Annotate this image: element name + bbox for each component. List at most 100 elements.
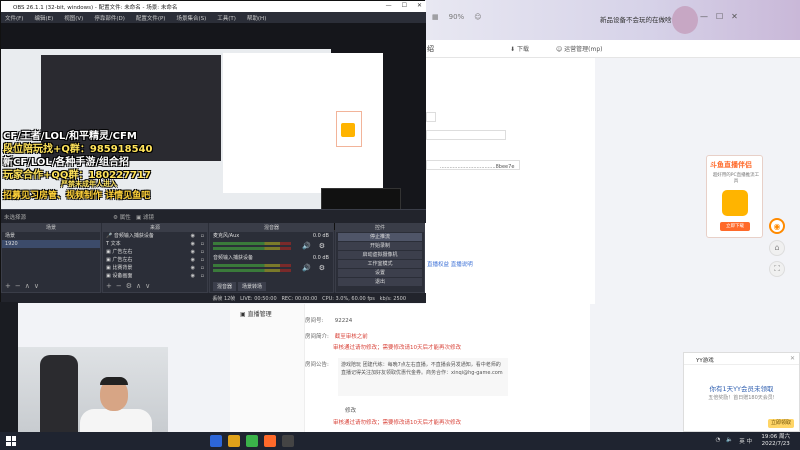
properties-button[interactable]: ⚙ 属性	[113, 213, 131, 221]
menu-item-live[interactable]: ▣ 直播管理	[240, 309, 272, 318]
close-icon[interactable]: ✕	[790, 355, 795, 362]
lock-icon[interactable]: ▫	[201, 256, 204, 264]
mixer-channel-name: 麦克风/Aux 0.0 dB	[210, 232, 333, 240]
edit-link[interactable]: 修改	[345, 406, 356, 414]
lock-icon[interactable]: ▫	[201, 272, 204, 280]
eye-icon[interactable]: ◉	[191, 232, 195, 240]
form-row-notice: 房间公告:	[305, 360, 333, 368]
scenes-dock: 场景 场景 1920 +−∧∨	[1, 223, 101, 293]
eye-icon[interactable]: ◉	[191, 240, 195, 248]
clock-date: 2022/7/23	[761, 441, 790, 447]
gear-icon[interactable]: ⚙	[319, 242, 325, 250]
scene-item[interactable]: 场景	[2, 232, 100, 240]
source-item[interactable]: ▣ 设备画面 ◉ ▫	[103, 272, 207, 280]
yy-popup[interactable]: YY游戏 ✕ 你有1天YY会员未领取 五倍奖励！首日赠180天会员! 立即领取	[683, 352, 800, 432]
tab-mixer[interactable]: 混音器	[213, 282, 237, 291]
source-label: 设备画面	[112, 273, 133, 279]
info-links[interactable]: 直播权益 直播说明	[427, 260, 473, 268]
input-field[interactable]	[426, 130, 506, 140]
scenes-controls[interactable]: +−∧∨	[5, 282, 43, 290]
lock-icon[interactable]: ▫	[201, 240, 204, 248]
maximize-icon[interactable]: ☐	[716, 12, 723, 21]
close-icon[interactable]: ✕	[417, 2, 422, 9]
input-field[interactable]	[426, 112, 436, 122]
studio-mode-button[interactable]: 工作室模式	[338, 260, 422, 268]
overlay-line-6: 招募见习房管、视频制作 详情见鱼吧	[3, 191, 151, 201]
scene-item[interactable]: 1920	[2, 240, 100, 248]
exit-button[interactable]: 退出	[338, 278, 422, 286]
menu-help[interactable]: 帮助(H)	[247, 14, 266, 22]
source-item[interactable]: T 文本 ◉ ▫	[103, 240, 207, 248]
eye-icon[interactable]: ◉	[191, 256, 195, 264]
properties-label: 属性	[119, 215, 131, 221]
windows-start-icon[interactable]	[6, 436, 16, 446]
obs-titlebar: OBS 26.1.1 (32-bit, windows) - 配置文件: 未命名…	[1, 1, 426, 12]
row-value[interactable]: 截至审核之前	[335, 334, 368, 340]
menu-tools[interactable]: 工具(T)	[217, 14, 236, 22]
settings-button[interactable]: 设置	[338, 269, 422, 277]
taskbar-folder-icon[interactable]	[228, 435, 240, 447]
lock-icon[interactable]: ▫	[201, 264, 204, 272]
taskbar-douyu-icon[interactable]	[264, 435, 276, 447]
minimize-icon[interactable]: —	[700, 12, 708, 21]
home-icon[interactable]: ⌂	[769, 240, 785, 256]
review-notice-2: 审核通过请勿修改；需要修改请10天后才能再次修改	[333, 420, 462, 426]
close-icon[interactable]: ✕	[731, 12, 738, 21]
source-item[interactable]: 🎤 音频输入捕获设备 ◉ ▫	[103, 232, 207, 240]
obs-title: OBS 26.1.1 (32-bit, windows) - 配置文件: 未命名…	[13, 5, 178, 11]
sources-dock: 来源 🎤 音频输入捕获设备 ◉ ▫ T 文本 ◉ ▫ ▣ 广告左右 ◉ ▫ ▣ 广告左右 ◉ ▫…	[102, 223, 208, 293]
zoom-level[interactable]: 90%	[449, 13, 465, 21]
eye-icon[interactable]: ◉	[191, 272, 195, 280]
start-recording-button[interactable]: 开始录制	[338, 242, 422, 250]
menu-view[interactable]: 视图(V)	[64, 14, 83, 22]
download-button[interactable]: ⬇ 下载	[510, 44, 529, 53]
ad-download-button[interactable]: 立即下载	[720, 222, 750, 231]
refresh-icon[interactable]: ◉	[769, 218, 785, 234]
taskbar-obs-icon[interactable]	[282, 435, 294, 447]
menu-file[interactable]: 文件(F)	[5, 14, 23, 22]
source-item[interactable]: ▣ 广告左右 ◉ ▫	[103, 256, 207, 264]
maximize-icon[interactable]: ☐	[402, 2, 407, 9]
grid-icon[interactable]: ▦	[432, 13, 439, 21]
filters-button[interactable]: ▣ 滤镜	[136, 213, 154, 221]
lock-icon[interactable]: ▫	[201, 232, 204, 240]
source-item[interactable]: ▣ 比赛背景 ◉ ▫	[103, 264, 207, 272]
captured-logo	[341, 123, 355, 137]
speaker-icon[interactable]: 🔊	[302, 264, 311, 272]
system-tray[interactable]: ◔ 🔈 英 中	[716, 437, 752, 445]
volume-icon[interactable]: 🔈	[726, 437, 733, 445]
controls-header: 控件	[336, 224, 424, 232]
clock[interactable]: 19:06 周六 2022/7/23	[761, 434, 790, 448]
menu-profile[interactable]: 配置文件(P)	[136, 14, 166, 22]
row-label: 房间简介:	[305, 334, 329, 340]
promo-text[interactable]: 新品设备不会玩的在做啥	[600, 14, 672, 24]
menu-scene-collection[interactable]: 场景集合(S)	[176, 14, 206, 22]
menu-docks[interactable]: 停靠部件(D)	[94, 14, 125, 22]
menu-edit[interactable]: 编辑(E)	[34, 14, 53, 22]
expand-icon[interactable]: ⛶	[769, 261, 785, 277]
desktop-strip	[0, 302, 18, 432]
minimize-icon[interactable]: —	[386, 2, 392, 9]
yy-claim-button[interactable]: 立即领取	[768, 419, 794, 428]
user-menu[interactable]: ☺ 运营管理(mp)	[556, 44, 603, 53]
taskbar-app-icon[interactable]	[210, 435, 222, 447]
stop-streaming-button[interactable]: 停止推流	[338, 233, 422, 241]
notice-text[interactable]: 游戏陪玩 团建代练：每晚7点左右直播，不直播会另发通知，看中老师的直播记得关注加…	[338, 358, 508, 396]
source-label: 音频输入捕获设备	[113, 233, 154, 239]
source-item[interactable]: ▣ 广告左右 ◉ ▫	[103, 248, 207, 256]
taskbar-chat-icon[interactable]	[246, 435, 258, 447]
user-icon[interactable]: ☺	[474, 13, 481, 21]
virtual-camera-button[interactable]: 启动虚拟摄像机	[338, 251, 422, 259]
eye-icon[interactable]: ◉	[191, 248, 195, 256]
page-title-tail: 绍	[427, 45, 434, 53]
lock-icon[interactable]: ▫	[201, 248, 204, 256]
gear-icon[interactable]: ⚙	[319, 264, 325, 272]
tab-transitions[interactable]: 场景转场	[238, 282, 267, 291]
obs-preview[interactable]: CF/王者/LOL/和平精灵/CFM 段位陪玩找+Q群：985918540 新C…	[1, 23, 426, 231]
eye-icon[interactable]: ◉	[191, 264, 195, 272]
ime-indicator[interactable]: 英 中	[739, 437, 752, 445]
speaker-icon[interactable]: 🔊	[302, 242, 311, 250]
wifi-icon[interactable]: ◔	[716, 437, 721, 445]
sources-controls[interactable]: +−⚙∧∨	[106, 282, 154, 290]
scenes-header: 场景	[2, 224, 100, 232]
